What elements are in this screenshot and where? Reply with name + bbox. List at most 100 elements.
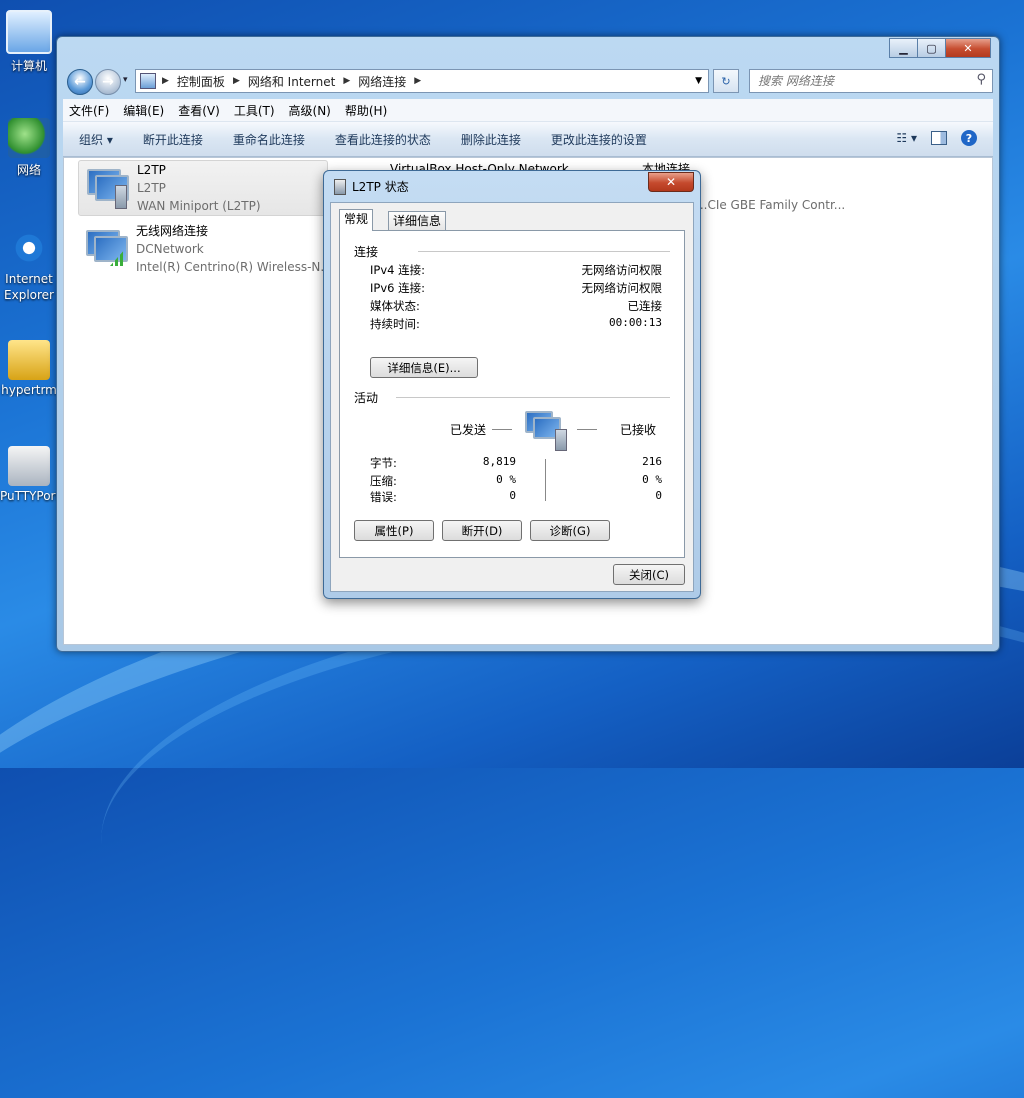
close-button[interactable]: ✕: [945, 38, 991, 58]
desktop-icon-label: PuTTYPortable: [0, 489, 58, 503]
wireless-connection-icon: [84, 228, 128, 268]
received-label: 已接收: [620, 423, 657, 437]
errors-sent: 0: [509, 489, 516, 502]
dialog-ok-close-button[interactable]: 关闭(C): [613, 564, 685, 585]
connection-item-l2tp[interactable]: L2TP L2TP WAN Miniport (L2TP): [78, 160, 328, 216]
help-icon[interactable]: ?: [961, 130, 977, 146]
media-state-value: 已连接: [627, 299, 663, 313]
window-caption-buttons: ▁ ▢ ✕: [889, 38, 991, 58]
view-status-button[interactable]: 查看此连接的状态: [335, 131, 431, 148]
connection-device: Intel(R) Centrino(R) Wireless-N...: [136, 260, 332, 274]
desktop-icon-putty[interactable]: PuTTYPortable: [0, 446, 58, 503]
activity-group-heading: 活动: [354, 391, 379, 405]
disconnect-connection-button[interactable]: 断开此连接: [143, 131, 203, 148]
desktop-icon-label: 计算机: [10, 59, 47, 73]
dialog-title: L2TP 状态: [352, 180, 409, 194]
compression-row: 压缩: 0 % 0 %: [370, 473, 662, 489]
breadcrumb-control-panel[interactable]: 控制面板: [177, 73, 225, 90]
details-button[interactable]: 详细信息(E)...: [370, 357, 478, 378]
diagnose-button[interactable]: 诊断(G): [530, 520, 610, 541]
desktop-icon-label: Internet Explorer: [4, 272, 54, 302]
network-icon: [8, 118, 50, 158]
breadcrumb-arrow-icon[interactable]: ▶: [414, 76, 421, 86]
ipv4-value: 无网络访问权限: [581, 263, 663, 277]
refresh-icon: ↻: [721, 74, 731, 88]
desktop-icon-hypertrm[interactable]: hypertrm: [0, 340, 58, 397]
maximize-button[interactable]: ▢: [917, 38, 946, 58]
compression-label: 压缩:: [370, 474, 397, 488]
duration-label: 持续时间:: [370, 317, 420, 331]
internet-explorer-icon: [8, 228, 50, 268]
menu-help[interactable]: 帮助(H): [345, 102, 387, 119]
refresh-button[interactable]: ↻: [713, 69, 739, 93]
errors-received: 0: [655, 489, 662, 502]
rename-connection-button[interactable]: 重命名此连接: [233, 131, 305, 148]
forward-arrow-icon: →: [102, 74, 114, 90]
media-state-label: 媒体状态:: [370, 299, 420, 313]
minimize-button[interactable]: ▁: [889, 38, 918, 58]
properties-button[interactable]: 属性(P): [354, 520, 434, 541]
breadcrumb-network-internet[interactable]: 网络和 Internet: [248, 73, 335, 90]
computer-icon: [6, 10, 52, 54]
connection-status: L2TP: [137, 181, 166, 195]
address-dropdown-icon[interactable]: ▼: [695, 76, 702, 86]
command-bar: 组织 ▾ 断开此连接 重命名此连接 查看此连接的状态 删除此连接 更改此连接的设…: [63, 122, 993, 157]
back-button[interactable]: ←: [67, 69, 93, 95]
ipv4-label: IPv4 连接:: [370, 263, 425, 277]
vpn-connection-icon: [85, 167, 129, 209]
network-activity-icon: [525, 411, 567, 455]
desktop-icon-label: hypertrm: [1, 383, 57, 397]
search-icon[interactable]: ⚲: [976, 72, 986, 87]
desktop-icon-ie[interactable]: Internet Explorer: [0, 228, 58, 303]
menu-edit[interactable]: 编辑(E): [123, 102, 164, 119]
desktop-icon-label: 网络: [16, 163, 41, 177]
recent-pages-dropdown[interactable]: ▾: [123, 75, 128, 85]
view-options-icon[interactable]: ☷ ▾: [896, 131, 917, 145]
bytes-row: 字节: 8,819 216: [370, 455, 662, 471]
tab-general[interactable]: 常规: [339, 209, 374, 231]
media-state-row: 媒体状态: 已连接: [370, 298, 662, 314]
disconnect-button[interactable]: 断开(D): [442, 520, 522, 541]
menu-view[interactable]: 查看(V): [178, 102, 220, 119]
menu-file[interactable]: 文件(F): [69, 102, 109, 119]
sent-label: 已发送: [450, 423, 487, 437]
tab-details[interactable]: 详细信息: [388, 211, 447, 231]
dialog-title-icon: [334, 179, 346, 195]
ipv6-label: IPv6 连接:: [370, 281, 425, 295]
preview-pane-icon[interactable]: [931, 131, 947, 145]
compression-received: 0 %: [642, 473, 662, 486]
menu-advanced[interactable]: 高级(N): [289, 102, 331, 119]
organize-button[interactable]: 组织 ▾: [79, 131, 113, 148]
sent-line: [492, 429, 512, 430]
navigation-bar: ← → ▾ ▶ 控制面板 ▶ 网络和 Internet ▶ 网络连接 ▶ ▼ ↻…: [63, 67, 993, 95]
address-bar[interactable]: ▶ 控制面板 ▶ 网络和 Internet ▶ 网络连接 ▶ ▼: [135, 69, 709, 93]
connection-name: L2TP: [137, 163, 166, 177]
control-panel-icon: [140, 73, 156, 89]
menu-bar: 文件(F) 编辑(E) 查看(V) 工具(T) 高级(N) 帮助(H): [63, 99, 993, 122]
general-panel: 连接 IPv4 连接: 无网络访问权限 IPv6 连接: 无网络访问权限 媒体状…: [339, 230, 685, 558]
breadcrumb-arrow-icon[interactable]: ▶: [233, 76, 240, 86]
breadcrumb-arrow-icon[interactable]: ▶: [343, 76, 350, 86]
desktop-icon-network[interactable]: 网络: [0, 118, 58, 178]
breadcrumb-arrow-icon[interactable]: ▶: [162, 76, 169, 86]
bytes-received: 216: [642, 455, 662, 468]
menu-tools[interactable]: 工具(T): [234, 102, 275, 119]
hyperterminal-icon: [8, 340, 50, 380]
bytes-sent: 8,819: [482, 455, 516, 468]
delete-connection-button[interactable]: 删除此连接: [461, 131, 521, 148]
breadcrumb-network-connections[interactable]: 网络连接: [358, 73, 406, 90]
ipv4-row: IPv4 连接: 无网络访问权限: [370, 262, 662, 278]
connection-name: 无线网络连接: [136, 224, 209, 238]
received-line: [577, 429, 597, 430]
forward-button[interactable]: →: [95, 69, 121, 95]
duration-value: 00:00:13: [609, 316, 662, 329]
bytes-label: 字节:: [370, 456, 397, 470]
change-settings-button[interactable]: 更改此连接的设置: [551, 131, 647, 148]
search-box: ⚲: [749, 69, 993, 93]
duration-row: 持续时间: 00:00:13: [370, 316, 662, 332]
search-input[interactable]: [750, 70, 960, 92]
desktop-icon-computer[interactable]: 计算机: [0, 10, 58, 74]
connection-item-wireless[interactable]: 无线网络连接 DCNetwork Intel(R) Centrino(R) Wi…: [78, 222, 338, 276]
dialog-body: 常规 详细信息 连接 IPv4 连接: 无网络访问权限 IPv6 连接: 无网络…: [330, 202, 694, 592]
dialog-close-button[interactable]: ✕: [648, 172, 694, 192]
